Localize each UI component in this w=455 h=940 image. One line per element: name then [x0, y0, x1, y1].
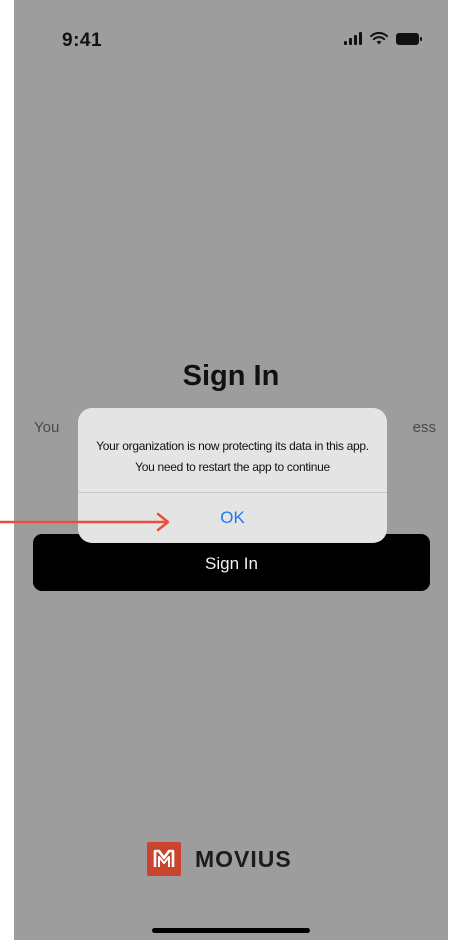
- battery-icon: [396, 32, 422, 45]
- dialog-message: Your organization is now protecting its …: [96, 439, 369, 474]
- subtitle-fragment-right: ess: [412, 419, 436, 436]
- signal-icon: [344, 32, 362, 45]
- sign-in-button-label: Sign In: [205, 554, 258, 573]
- movius-logo-icon: [147, 842, 181, 876]
- status-icons: [344, 32, 422, 45]
- movius-logo-text: MOVIUS: [195, 845, 292, 872]
- status-time: 9:41: [62, 30, 103, 51]
- wifi-icon: [370, 32, 388, 45]
- phone-screen: 9:41 Sign In You ess Sign In Your organi…: [14, 0, 448, 940]
- home-indicator: [152, 928, 310, 933]
- page-title: Sign In: [182, 360, 280, 392]
- subtitle-fragment-left: You: [34, 419, 60, 436]
- annotation-arrow-icon: [0, 512, 170, 532]
- movius-logo: MOVIUS: [147, 842, 292, 876]
